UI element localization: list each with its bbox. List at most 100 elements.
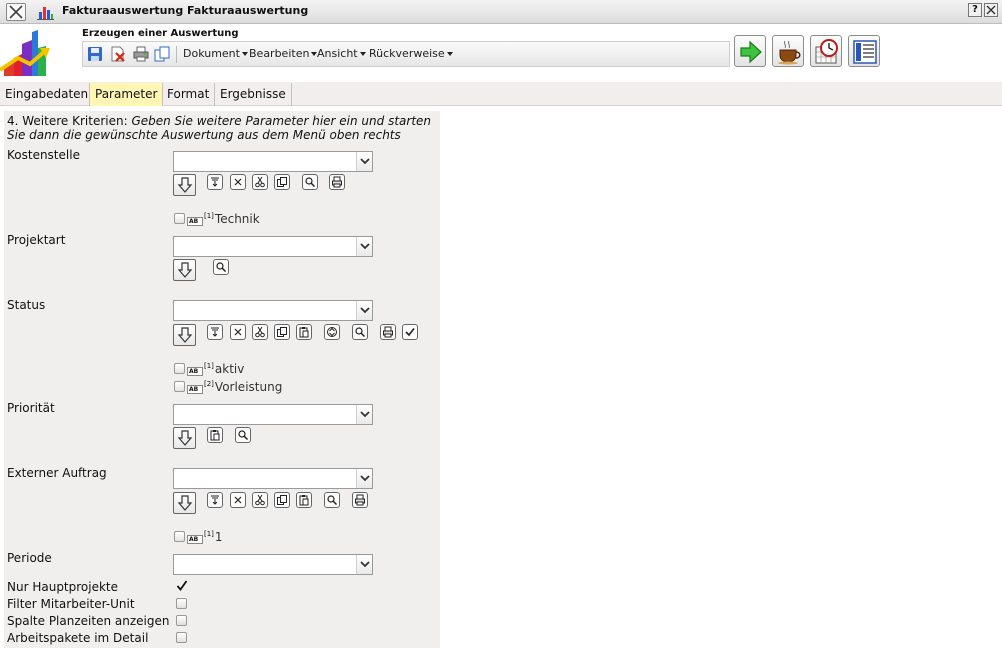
sort-list-icon[interactable] bbox=[207, 324, 223, 340]
green-arrow-icon bbox=[740, 40, 762, 64]
chevron-down-icon[interactable] bbox=[356, 555, 372, 574]
copy-icon[interactable] bbox=[274, 324, 290, 340]
label-arbeitspakete-detail: Arbeitspakete im Detail bbox=[7, 631, 149, 645]
entry-checkbox[interactable] bbox=[174, 381, 185, 392]
paste-icon[interactable] bbox=[207, 427, 223, 443]
sort-list-icon[interactable] bbox=[207, 174, 223, 190]
entry-checkbox[interactable] bbox=[174, 363, 185, 374]
nur-hauptprojekte-checkbox[interactable] bbox=[176, 580, 188, 591]
print-icon[interactable] bbox=[133, 46, 149, 62]
print-icon[interactable] bbox=[380, 324, 396, 340]
tab-eingabedaten[interactable]: Eingabedaten bbox=[0, 83, 95, 106]
background-job-button[interactable] bbox=[772, 35, 804, 67]
label-filter-mitarbeiter-unit: Filter Mitarbeiter-Unit bbox=[7, 597, 135, 611]
search-icon[interactable] bbox=[213, 259, 229, 275]
checkmark-icon[interactable] bbox=[402, 324, 418, 340]
kostenstelle-select[interactable] bbox=[173, 151, 373, 172]
prioritaet-select[interactable] bbox=[173, 404, 373, 425]
menu-bearbeiten[interactable]: Bearbeiten bbox=[249, 47, 318, 60]
add-status-button[interactable] bbox=[173, 324, 196, 346]
copy-icon[interactable] bbox=[154, 46, 170, 62]
text-entry-badge-icon: AB bbox=[187, 217, 203, 226]
report-list-icon bbox=[853, 40, 877, 64]
tab-parameter[interactable]: Parameter bbox=[89, 83, 164, 106]
tab-format[interactable]: Format bbox=[162, 83, 216, 106]
help-button[interactable]: ? bbox=[968, 3, 982, 17]
print-icon[interactable] bbox=[329, 174, 345, 190]
calendar-clock-icon bbox=[815, 39, 838, 64]
menu-ansicht[interactable]: Ansicht bbox=[317, 47, 366, 60]
tab-ergebnisse[interactable]: Ergebnisse bbox=[215, 83, 292, 106]
copy-icon[interactable] bbox=[274, 492, 290, 508]
label-kostenstelle: Kostenstelle bbox=[7, 148, 80, 162]
print-icon[interactable] bbox=[352, 492, 368, 508]
label-projektart: Projektart bbox=[7, 233, 66, 247]
list-item: AB[1]aktiv bbox=[174, 362, 244, 376]
search-icon[interactable] bbox=[324, 492, 340, 508]
label-spalte-planzeiten: Spalte Planzeiten anzeigen bbox=[7, 614, 170, 628]
label-status: Status bbox=[7, 298, 46, 312]
search-icon[interactable] bbox=[235, 427, 251, 443]
chevron-down-icon[interactable] bbox=[356, 237, 372, 256]
text-entry-badge-icon: AB bbox=[187, 535, 203, 544]
schedule-button[interactable] bbox=[810, 35, 842, 67]
run-button[interactable] bbox=[734, 35, 766, 67]
label-nur-hauptprojekte: Nur Hauptprojekte bbox=[7, 580, 119, 594]
cut-icon[interactable] bbox=[252, 492, 268, 508]
label-periode: Periode bbox=[7, 551, 52, 565]
search-icon[interactable] bbox=[352, 324, 368, 340]
sort-list-icon[interactable] bbox=[207, 492, 223, 508]
remove-icon[interactable] bbox=[230, 324, 246, 340]
cut-icon[interactable] bbox=[252, 174, 268, 190]
chevron-down-icon[interactable] bbox=[356, 301, 372, 320]
label-externer-auftrag: Externer Auftrag bbox=[7, 466, 107, 480]
checkmark-icon bbox=[176, 580, 188, 591]
text-entry-badge-icon: AB bbox=[187, 367, 203, 376]
chevron-down-icon[interactable] bbox=[356, 469, 372, 488]
paste-icon[interactable] bbox=[296, 324, 312, 340]
toolbar: Dokument Bearbeiten Ansicht Rückverweise bbox=[82, 41, 730, 67]
externer-auftrag-select[interactable] bbox=[173, 468, 373, 489]
delete-document-icon[interactable] bbox=[110, 46, 126, 62]
paste-icon[interactable] bbox=[296, 492, 312, 508]
bar-chart-icon bbox=[37, 7, 54, 20]
close-window-icon[interactable] bbox=[6, 3, 26, 21]
add-externer-auftrag-button[interactable] bbox=[173, 492, 196, 514]
save-icon[interactable] bbox=[87, 46, 103, 62]
application-logo bbox=[0, 30, 50, 76]
add-projektart-button[interactable] bbox=[173, 259, 196, 281]
spalte-planzeiten-checkbox[interactable] bbox=[176, 615, 187, 626]
toolbar-separator bbox=[176, 46, 177, 63]
add-prioritaet-button[interactable] bbox=[173, 427, 196, 449]
entry-checkbox[interactable] bbox=[174, 531, 185, 542]
window-title: Fakturaauswertung Fakturaauswertung bbox=[62, 4, 309, 17]
instructions-text: 4. Weitere Kriterien: Geben Sie weitere … bbox=[7, 114, 432, 142]
chevron-down-icon[interactable] bbox=[356, 405, 372, 424]
coffee-cup-icon bbox=[778, 40, 801, 65]
sort-up-down-icon[interactable] bbox=[324, 324, 340, 340]
status-select[interactable] bbox=[173, 300, 373, 321]
report-view-button[interactable] bbox=[848, 35, 880, 67]
menu-rueckverweise[interactable]: Rückverweise bbox=[369, 47, 453, 60]
list-item: AB[1]1 bbox=[174, 530, 223, 544]
search-icon[interactable] bbox=[302, 174, 318, 190]
periode-select[interactable] bbox=[173, 554, 373, 575]
tab-bar: Eingabedaten Parameter Format Ergebnisse bbox=[0, 82, 1002, 106]
chevron-down-icon[interactable] bbox=[356, 152, 372, 171]
copy-icon[interactable] bbox=[274, 174, 290, 190]
list-item: AB[1]Technik bbox=[174, 212, 260, 226]
projektart-select[interactable] bbox=[173, 236, 373, 257]
filter-mitarbeiter-unit-checkbox[interactable] bbox=[176, 598, 187, 609]
menu-dokument[interactable]: Dokument bbox=[183, 47, 248, 60]
list-item: AB[2]Vorleistung bbox=[174, 380, 282, 394]
text-entry-badge-icon: AB bbox=[187, 385, 203, 394]
arbeitspakete-detail-checkbox[interactable] bbox=[176, 632, 187, 643]
label-prioritaet: Priorität bbox=[7, 401, 55, 415]
cut-icon[interactable] bbox=[252, 324, 268, 340]
add-kostenstelle-button[interactable] bbox=[173, 174, 196, 196]
title-bar: Fakturaauswertung Fakturaauswertung ? bbox=[0, 0, 1002, 24]
remove-icon[interactable] bbox=[230, 174, 246, 190]
entry-checkbox[interactable] bbox=[174, 213, 185, 224]
remove-icon[interactable] bbox=[230, 492, 246, 508]
close-button[interactable] bbox=[984, 3, 998, 17]
